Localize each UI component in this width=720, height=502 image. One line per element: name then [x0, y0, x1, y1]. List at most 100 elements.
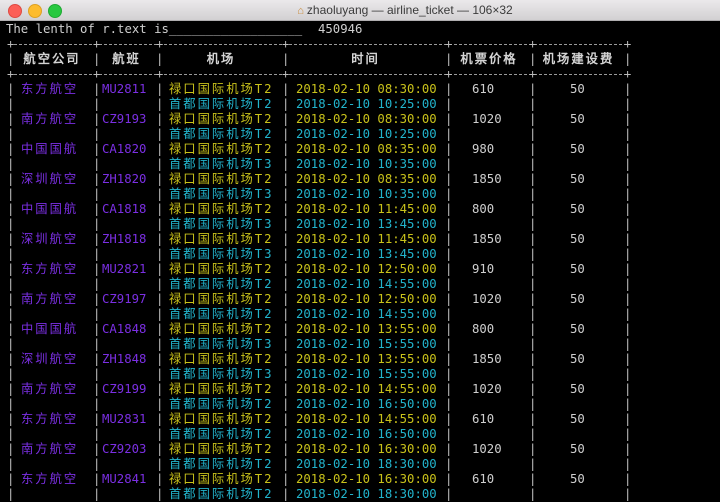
- column-separator: |: [624, 82, 632, 96]
- column-separator: |: [282, 457, 290, 471]
- table-row-continuation: | | | | | | | 首都国际机场T2 2018-02-10 10:25:00: [0, 127, 720, 142]
- departure-airport: 禄口国际机场T2: [169, 232, 274, 246]
- departure-airport: 禄口国际机场T2: [169, 82, 274, 96]
- column-separator: |: [624, 337, 632, 351]
- column-separator: |: [282, 277, 290, 291]
- departure-time: 2018-02-10 11:45:00: [296, 202, 437, 216]
- airport-fee: 50: [570, 472, 585, 486]
- arrival-airport: 首都国际机场T3: [169, 217, 274, 231]
- column-separator: |: [156, 292, 164, 306]
- ticket-price: 1850: [472, 172, 502, 186]
- arrival-airport: 首都国际机场T2: [169, 487, 274, 501]
- column-separator: |: [156, 427, 164, 441]
- column-separator: |: [7, 322, 15, 336]
- column-separator: |: [282, 247, 290, 261]
- airline-name: 深圳航空: [21, 172, 79, 186]
- column-separator: |: [529, 172, 537, 186]
- column-separator: |: [282, 367, 290, 381]
- column-separator: |: [624, 232, 632, 246]
- column-separator: |: [156, 412, 164, 426]
- column-separator: |: [624, 187, 632, 201]
- table-row: | | | | | | | 深圳航空 ZH1820 禄口国际机场T2 2018-02-10 08:3…: [0, 172, 720, 187]
- column-separator: |: [93, 397, 101, 411]
- window-titlebar[interactable]: ⌂ zhaoluyang — airline_ticket — 106×32: [0, 0, 720, 21]
- border-corner: +: [529, 67, 537, 81]
- header-airline: 航空公司: [23, 52, 81, 66]
- column-separator: |: [156, 442, 164, 456]
- column-separator: |: [529, 97, 537, 111]
- column-separator: |: [7, 457, 15, 471]
- column-separator: |: [624, 52, 632, 66]
- table-row-continuation: | | | | | | | 首都国际机场T3 2018-02-10 10:35:00: [0, 157, 720, 172]
- column-separator: |: [7, 82, 15, 96]
- column-separator: |: [529, 457, 537, 471]
- arrival-airport: 首都国际机场T3: [169, 157, 274, 171]
- column-separator: |: [156, 397, 164, 411]
- column-separator: |: [529, 142, 537, 156]
- column-separator: |: [93, 367, 101, 381]
- column-separator: |: [624, 382, 632, 396]
- column-separator: |: [282, 292, 290, 306]
- column-separator: |: [282, 127, 290, 141]
- header-time: 时间: [351, 52, 380, 66]
- column-separator: |: [93, 442, 101, 456]
- column-separator: |: [93, 472, 101, 486]
- arrival-time: 2018-02-10 10:25:00: [296, 97, 437, 111]
- column-separator: |: [529, 202, 537, 216]
- departure-time: 2018-02-10 13:55:00: [296, 352, 437, 366]
- column-separator: |: [445, 412, 453, 426]
- column-separator: |: [529, 472, 537, 486]
- length-output-line: The lenth of r.text is__________________…: [0, 22, 720, 37]
- column-separator: |: [529, 307, 537, 321]
- window-title-text: zhaoluyang — airline_ticket — 106×32: [306, 3, 513, 17]
- flight-number: MU2821: [102, 262, 147, 276]
- border-corner: +: [624, 67, 632, 81]
- airline-name: 中国国航: [21, 142, 79, 156]
- column-separator: |: [93, 247, 101, 261]
- departure-time: 2018-02-10 16:30:00: [296, 442, 437, 456]
- column-separator: |: [156, 157, 164, 171]
- border-corner: +: [529, 37, 537, 51]
- ticket-price: 610: [472, 82, 495, 96]
- header-fee: 机场建设费: [542, 52, 615, 66]
- column-separator: |: [156, 277, 164, 291]
- border-corner: +: [7, 37, 15, 51]
- column-separator: |: [93, 82, 101, 96]
- airline-name: 东方航空: [21, 262, 79, 276]
- border-corner: +: [445, 67, 453, 81]
- table-border: + + + + + + +: [0, 37, 720, 52]
- column-separator: |: [282, 142, 290, 156]
- table-row: | | | | | | | 深圳航空 ZH1848 禄口国际机场T2 2018-02-10 13:5…: [0, 352, 720, 367]
- terminal-output[interactable]: The lenth of r.text is__________________…: [0, 21, 720, 501]
- column-separator: |: [93, 337, 101, 351]
- column-separator: |: [282, 307, 290, 321]
- column-separator: |: [7, 142, 15, 156]
- column-separator: |: [445, 457, 453, 471]
- airport-fee: 50: [570, 202, 585, 216]
- arrival-airport: 首都国际机场T2: [169, 277, 274, 291]
- table-row-continuation: | | | | | | | 首都国际机场T2 2018-02-10 10:25:00: [0, 97, 720, 112]
- column-separator: |: [282, 112, 290, 126]
- column-separator: |: [156, 172, 164, 186]
- column-separator: |: [282, 262, 290, 276]
- column-separator: |: [445, 352, 453, 366]
- arrival-time: 2018-02-10 14:55:00: [296, 307, 437, 321]
- column-separator: |: [445, 112, 453, 126]
- table-row: | | | | | | | 东方航空 MU2831 禄口国际机场T2 2018-02-10 14:5…: [0, 412, 720, 427]
- table-row: | | | | | | | 南方航空 CZ9203 禄口国际机场T2 2018-02-10 16:3…: [0, 442, 720, 457]
- column-separator: |: [156, 247, 164, 261]
- column-separator: |: [529, 52, 537, 66]
- column-separator: |: [624, 442, 632, 456]
- table-row-continuation: | | | | | | | 首都国际机场T3 2018-02-10 13:45:00: [0, 247, 720, 262]
- column-separator: |: [282, 172, 290, 186]
- arrival-time: 2018-02-10 10:25:00: [296, 127, 437, 141]
- column-separator: |: [282, 337, 290, 351]
- column-separator: |: [624, 487, 632, 501]
- column-separator: |: [93, 232, 101, 246]
- arrival-time: 2018-02-10 14:55:00: [296, 277, 437, 291]
- column-separator: |: [282, 472, 290, 486]
- airport-fee: 50: [570, 352, 585, 366]
- column-separator: |: [445, 202, 453, 216]
- arrival-time: 2018-02-10 18:30:00: [296, 457, 437, 471]
- column-separator: |: [93, 322, 101, 336]
